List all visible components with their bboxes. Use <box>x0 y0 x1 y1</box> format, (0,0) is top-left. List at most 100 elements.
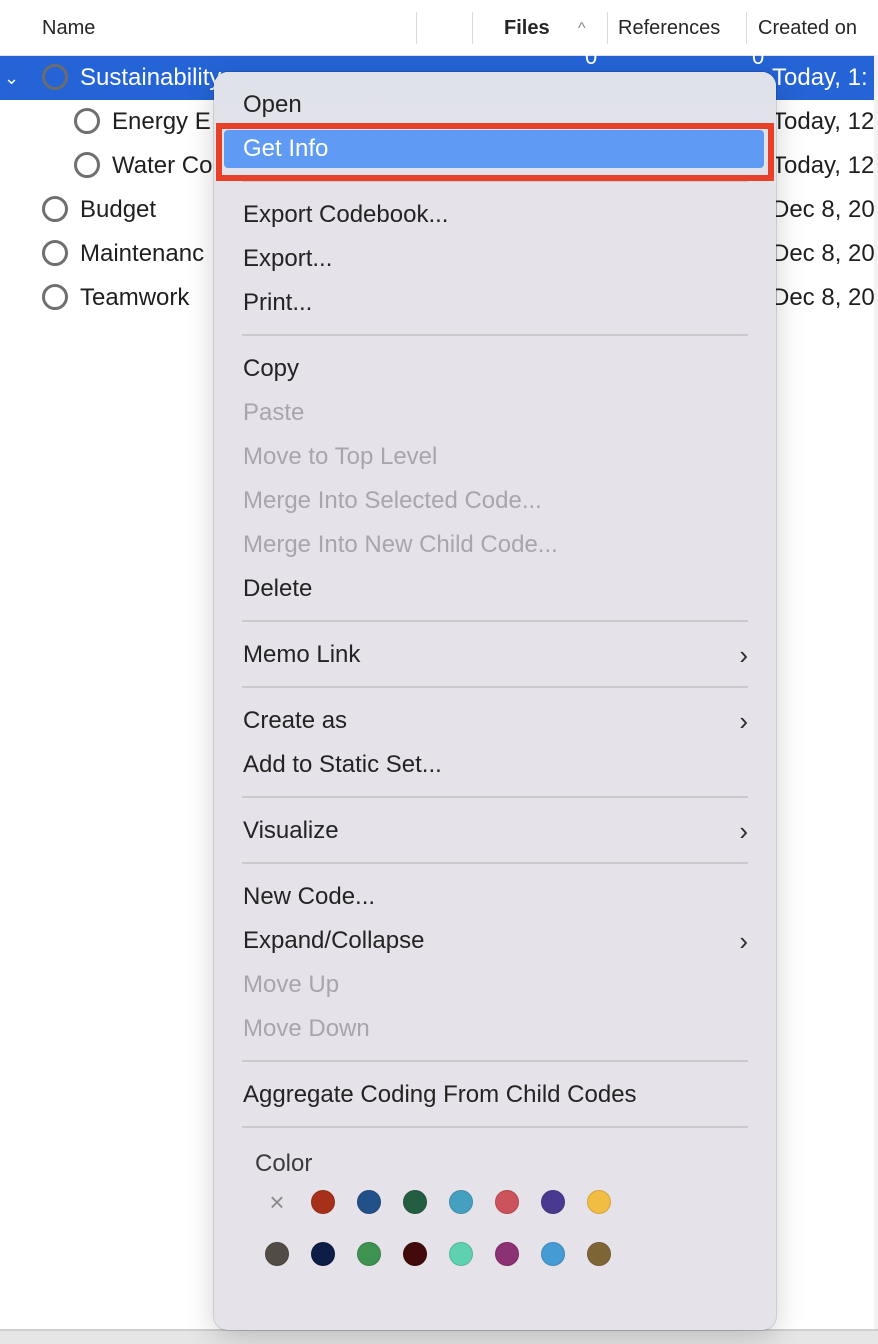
menu-item-label: Merge Into Selected Code... <box>243 487 542 514</box>
row-created-on: Today, 12 <box>772 108 875 135</box>
chevron-right-icon: › <box>739 706 748 736</box>
menu-item-label: Visualize <box>243 817 339 844</box>
menu-item-delete[interactable]: Delete <box>214 567 776 611</box>
column-header-name[interactable]: Name <box>42 0 95 55</box>
menu-separator <box>242 1060 748 1062</box>
menu-item-label: Merge Into New Child Code... <box>243 531 558 558</box>
menu-item-create-as[interactable]: Create as › <box>214 699 776 743</box>
code-color-circle-icon <box>42 64 68 90</box>
code-color-circle-icon <box>42 240 68 266</box>
chevron-right-icon: › <box>739 926 748 956</box>
color-swatch[interactable] <box>403 1242 427 1266</box>
menu-separator <box>242 180 748 182</box>
menu-item-label: Copy <box>243 355 300 382</box>
row-name: Sustainability <box>80 64 222 91</box>
menu-item-label: Add to Static Set... <box>243 751 442 778</box>
menu-item-label: Open <box>243 91 302 118</box>
menu-item-label: New Code... <box>243 883 376 910</box>
no-color-x-icon[interactable]: × <box>265 1189 289 1215</box>
chevron-right-icon: › <box>739 816 748 846</box>
chevron-right-icon: › <box>739 640 748 670</box>
row-name: Budget <box>80 196 157 223</box>
menu-item-label: Get Info <box>243 135 329 162</box>
color-swatch[interactable] <box>587 1242 611 1266</box>
row-name: Maintenanc <box>80 240 205 267</box>
menu-item-export-codebook[interactable]: Export Codebook... <box>214 193 776 237</box>
color-swatch[interactable] <box>311 1190 335 1214</box>
menu-item-print[interactable]: Print... <box>214 281 776 325</box>
column-divider[interactable] <box>746 12 747 44</box>
column-divider[interactable] <box>416 12 417 44</box>
column-header-files[interactable]: Files <box>504 0 550 55</box>
row-name: Energy E <box>112 108 211 135</box>
menu-item-label: Delete <box>243 575 313 602</box>
menu-item-move-to-top-level: Move to Top Level <box>214 435 776 479</box>
menu-item-aggregate-coding[interactable]: Aggregate Coding From Child Codes <box>214 1073 776 1117</box>
menu-separator <box>242 620 748 622</box>
context-menu: Open Get Info Export Codebook... Export.… <box>214 72 776 1330</box>
scrollbar[interactable] <box>874 55 878 1330</box>
menu-item-label: Export... <box>243 245 333 272</box>
menu-item-paste: Paste <box>214 391 776 435</box>
row-created-on: Today, 1: <box>772 64 868 91</box>
color-swatch[interactable] <box>495 1190 519 1214</box>
chevron-down-icon[interactable]: ⌄ <box>4 56 19 100</box>
menu-separator <box>242 334 748 336</box>
menu-item-open[interactable]: Open <box>214 83 776 127</box>
code-color-circle-icon <box>42 196 68 222</box>
column-divider[interactable] <box>472 12 473 44</box>
menu-separator <box>242 1126 748 1128</box>
menu-item-expand-collapse[interactable]: Expand/Collapse › <box>214 919 776 963</box>
menu-separator <box>242 796 748 798</box>
menu-item-label: Aggregate Coding From Child Codes <box>243 1081 637 1108</box>
column-divider[interactable] <box>607 12 608 44</box>
table-header: Name Files ^ References Created on <box>0 0 878 56</box>
menu-item-label: Export Codebook... <box>243 201 449 228</box>
menu-item-get-info[interactable]: Get Info <box>224 130 764 168</box>
row-references: 0 <box>752 44 765 69</box>
color-swatch[interactable] <box>357 1190 381 1214</box>
code-color-circle-icon <box>74 108 100 134</box>
color-swatch[interactable] <box>495 1242 519 1266</box>
menu-item-label: Print... <box>243 289 313 316</box>
menu-item-move-up: Move Up <box>214 963 776 1007</box>
row-name: Water Co <box>112 152 213 179</box>
menu-item-memo-link[interactable]: Memo Link › <box>214 633 776 677</box>
color-swatch[interactable] <box>587 1190 611 1214</box>
menu-item-export[interactable]: Export... <box>214 237 776 281</box>
color-section-label: Color <box>255 1150 313 1177</box>
menu-item-merge-into-selected-code: Merge Into Selected Code... <box>214 479 776 523</box>
row-created-on: Dec 8, 20 <box>772 240 875 267</box>
menu-item-visualize[interactable]: Visualize › <box>214 809 776 853</box>
code-color-circle-icon <box>74 152 100 178</box>
menu-item-copy[interactable]: Copy <box>214 347 776 391</box>
color-swatch[interactable] <box>541 1190 565 1214</box>
color-swatch[interactable] <box>541 1242 565 1266</box>
menu-item-merge-into-new-child-code: Merge Into New Child Code... <box>214 523 776 567</box>
menu-separator <box>242 862 748 864</box>
row-created-on: Dec 8, 20 <box>772 284 875 311</box>
color-swatch[interactable] <box>265 1242 289 1266</box>
row-created-on: Today, 12 <box>772 152 875 179</box>
row-files: 0 <box>585 44 598 69</box>
menu-item-label: Move Up <box>243 971 340 998</box>
menu-item-label: Create as <box>243 707 348 734</box>
menu-item-label: Move Down <box>243 1015 370 1042</box>
menu-item-new-code[interactable]: New Code... <box>214 875 776 919</box>
color-swatch[interactable] <box>449 1242 473 1266</box>
menu-item-label: Expand/Collapse <box>243 927 425 954</box>
color-swatch[interactable] <box>311 1242 335 1266</box>
color-swatch[interactable] <box>357 1242 381 1266</box>
column-header-references[interactable]: References <box>618 0 720 55</box>
menu-item-label: Move to Top Level <box>243 443 438 470</box>
column-header-created-on[interactable]: Created on <box>758 0 857 55</box>
menu-item-move-down: Move Down <box>214 1007 776 1051</box>
menu-item-add-to-static-set[interactable]: Add to Static Set... <box>214 743 776 787</box>
code-color-circle-icon <box>42 284 68 310</box>
row-created-on: Dec 8, 20 <box>772 196 875 223</box>
row-name: Teamwork <box>80 284 190 311</box>
color-swatch[interactable] <box>449 1190 473 1214</box>
menu-item-label: Memo Link <box>243 641 361 668</box>
color-swatch[interactable] <box>403 1190 427 1214</box>
menu-item-label: Paste <box>243 399 305 426</box>
